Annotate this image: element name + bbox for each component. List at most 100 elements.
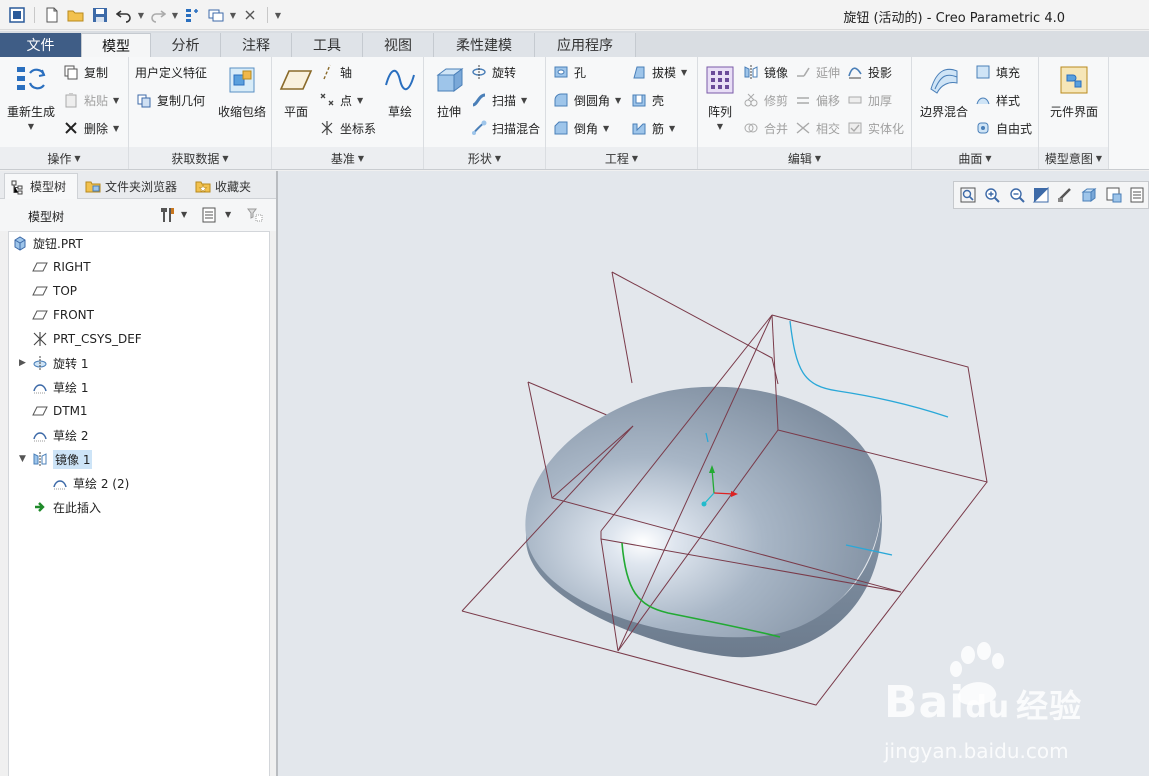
tree-item-part[interactable]: 旋钮.PRT: [11, 232, 83, 254]
group-editing-footer[interactable]: 编辑 ▼: [698, 147, 911, 169]
chevron-down-icon[interactable]: ▼: [225, 210, 231, 219]
tab-analysis[interactable]: 分析: [151, 33, 221, 57]
tree-item-csys[interactable]: PRT_CSYS_DEF: [31, 328, 142, 350]
saved-views-icon[interactable]: [1104, 184, 1124, 206]
regenerate-button[interactable]: 重新生成 ▼: [6, 63, 56, 131]
chevron-down-icon[interactable]: ▼: [717, 122, 723, 131]
group-model-intent-footer[interactable]: 模型意图 ▼: [1039, 147, 1108, 169]
show-options-icon[interactable]: [199, 205, 219, 225]
group-get-data-footer[interactable]: 获取数据 ▼: [129, 147, 271, 169]
fill-button[interactable]: 填充: [974, 61, 1020, 83]
tab-annotate[interactable]: 注释: [221, 33, 292, 57]
revolve-button[interactable]: 旋转: [470, 61, 516, 83]
extend-button[interactable]: 延伸: [794, 61, 840, 83]
copy-geometry-button[interactable]: 复制几何: [135, 89, 205, 111]
pattern-button[interactable]: 阵列 ▼: [702, 63, 738, 131]
undo-icon[interactable]: [113, 4, 135, 26]
sweep-button[interactable]: 扫描 ▼: [470, 89, 527, 111]
save-icon[interactable]: [89, 4, 111, 26]
new-icon[interactable]: [41, 4, 63, 26]
component-interface-button[interactable]: 元件界面: [1045, 63, 1103, 120]
tab-tools[interactable]: 工具: [292, 33, 363, 57]
tab-flexible-modeling[interactable]: 柔性建模: [434, 33, 535, 57]
tab-folder-browser[interactable]: 文件夹浏览器: [80, 173, 186, 199]
offset-button[interactable]: 偏移: [794, 89, 840, 111]
tab-view[interactable]: 视图: [363, 33, 434, 57]
mirror-button[interactable]: 镜像: [742, 61, 788, 83]
boundary-blend-button[interactable]: 边界混合: [916, 63, 972, 120]
project-button[interactable]: 投影: [846, 61, 892, 83]
plane-button[interactable]: 平面: [276, 63, 316, 120]
chevron-down-icon[interactable]: ▼: [181, 210, 187, 219]
open-icon[interactable]: [65, 4, 87, 26]
undo-dropdown-icon[interactable]: ▼: [137, 4, 145, 26]
rib-button[interactable]: 筋 ▼: [630, 117, 675, 139]
expand-icon[interactable]: ▶: [19, 358, 29, 368]
tree-item-mirror[interactable]: ▼ 镜像 1: [19, 448, 93, 470]
tree-item-right[interactable]: RIGHT: [31, 256, 91, 278]
redo-icon[interactable]: [147, 4, 169, 26]
tab-model[interactable]: 模型: [81, 33, 151, 57]
shell-button[interactable]: 壳: [630, 89, 664, 111]
tree-item-revolve[interactable]: ▶ 旋转 1: [19, 352, 88, 374]
style-button[interactable]: 样式: [974, 89, 1020, 111]
group-operations-footer[interactable]: 操作 ▼: [0, 147, 128, 169]
group-shapes-footer[interactable]: 形状 ▼: [424, 147, 545, 169]
chamfer-button[interactable]: 倒角 ▼: [552, 117, 609, 139]
freestyle-button[interactable]: 自由式: [974, 117, 1032, 139]
more-icon[interactable]: [1128, 184, 1148, 206]
tree-item-sketch-2[interactable]: 草绘 2: [31, 424, 88, 446]
chamfer-label: 倒角: [574, 121, 599, 136]
group-engineering-footer[interactable]: 工程 ▼: [546, 147, 697, 169]
tree-item-sketch-2-copy[interactable]: 草绘 2 (2): [51, 472, 129, 494]
paste-button[interactable]: 粘贴 ▼: [62, 89, 119, 111]
tab-favorites[interactable]: 收藏夹: [190, 173, 262, 199]
display-style-icon[interactable]: [1079, 184, 1099, 206]
delete-button[interactable]: 删除 ▼: [62, 117, 119, 139]
customize-qat-icon[interactable]: ▼: [274, 4, 282, 26]
regenerate-icon[interactable]: [181, 4, 203, 26]
view-orient-icon[interactable]: [1055, 184, 1075, 206]
window-menu-icon[interactable]: [6, 4, 28, 26]
axis-button[interactable]: 轴: [318, 61, 352, 83]
shrinkwrap-button[interactable]: 收缩包络: [215, 63, 269, 120]
round-button[interactable]: 倒圆角 ▼: [552, 89, 621, 111]
redo-dropdown-icon[interactable]: ▼: [171, 4, 179, 26]
intersect-button[interactable]: 相交: [794, 117, 840, 139]
merge-button[interactable]: 合并: [742, 117, 788, 139]
graphics-window[interactable]: Baidu 经验 jingyan.baidu.com: [278, 171, 1149, 776]
csys-button[interactable]: 坐标系: [318, 117, 376, 139]
repaint-icon[interactable]: [1031, 184, 1051, 206]
tree-item-front[interactable]: FRONT: [31, 304, 94, 326]
zoom-in-icon[interactable]: [982, 184, 1002, 206]
tab-model-tree[interactable]: 模型树: [4, 173, 78, 199]
trim-button[interactable]: 修剪: [742, 89, 788, 111]
udf-button[interactable]: 用户定义特征: [135, 61, 207, 83]
tab-file[interactable]: 文件: [0, 33, 81, 57]
point-button[interactable]: 点 ▼: [318, 89, 363, 111]
extrude-button[interactable]: 拉伸: [428, 63, 470, 120]
sketch-button[interactable]: 草绘: [380, 63, 420, 120]
copy-button[interactable]: 复制: [62, 61, 108, 83]
filter-icon[interactable]: [245, 205, 265, 225]
draft-button[interactable]: 拔模 ▼: [630, 61, 687, 83]
tree-item-insert-here[interactable]: 在此插入: [31, 496, 101, 518]
hole-button[interactable]: 孔: [552, 61, 586, 83]
tree-item-top[interactable]: TOP: [31, 280, 77, 302]
zoom-out-icon[interactable]: [1007, 184, 1027, 206]
tree-item-dtm1[interactable]: DTM1: [31, 400, 88, 422]
tab-applications[interactable]: 应用程序: [535, 33, 636, 57]
group-datum-footer[interactable]: 基准 ▼: [272, 147, 423, 169]
solidify-button[interactable]: 实体化: [846, 117, 904, 139]
refit-icon[interactable]: [958, 184, 978, 206]
thicken-button[interactable]: 加厚: [846, 89, 892, 111]
collapse-icon[interactable]: ▼: [19, 454, 29, 464]
tools-icon[interactable]: [158, 205, 178, 225]
close-icon[interactable]: [239, 4, 261, 26]
swept-blend-button[interactable]: 扫描混合: [470, 117, 540, 139]
windows-dropdown-icon[interactable]: ▼: [229, 4, 237, 26]
tree-item-sketch-1[interactable]: 草绘 1: [31, 376, 88, 398]
chevron-down-icon[interactable]: ▼: [28, 122, 34, 131]
windows-icon[interactable]: [205, 4, 227, 26]
group-surfaces-footer[interactable]: 曲面 ▼: [912, 147, 1038, 169]
